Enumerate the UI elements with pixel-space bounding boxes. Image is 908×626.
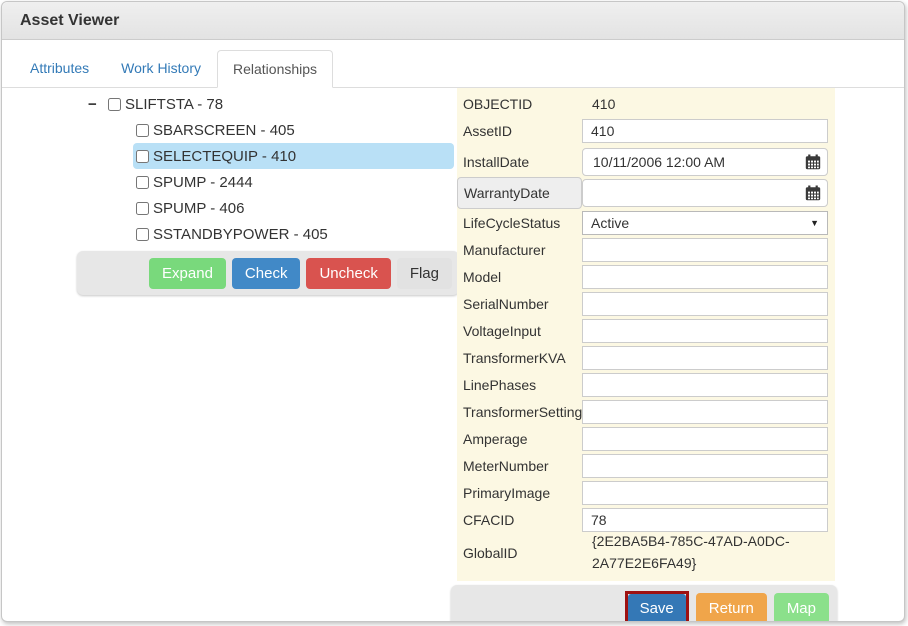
installdate-field[interactable]	[582, 148, 828, 176]
tree-checkbox-spump-2444[interactable]	[136, 176, 149, 189]
form-row-objectid: OBJECTID 410	[457, 92, 835, 116]
selected-option: Active	[591, 215, 629, 231]
tree-node-sliftsta[interactable]: − SLIFTSTA - 78	[2, 91, 457, 117]
save-button-highlight-annotation: Save	[625, 591, 689, 623]
tree-checkbox-sbarscreen[interactable]	[136, 124, 149, 137]
tree-node-label: SELECTEQUIP - 410	[153, 148, 296, 165]
warrantydate-field[interactable]	[582, 179, 828, 207]
form-row-cfacid: CFACID	[457, 506, 835, 533]
field-label: LifeCycleStatus	[463, 215, 582, 231]
primaryimage-field[interactable]	[582, 481, 828, 505]
cfacid-field[interactable]	[582, 508, 828, 532]
page-title: Asset Viewer	[20, 12, 119, 30]
tree-node-label: SSTANDBYPOWER - 405	[153, 226, 328, 243]
manufacturer-field[interactable]	[582, 238, 828, 262]
asset-tree: − SLIFTSTA - 78 SBARSCREEN - 405 SELECTE…	[2, 88, 457, 247]
tree-node-label: SPUMP - 2444	[153, 174, 253, 191]
tab-attributes[interactable]: Attributes	[14, 49, 105, 87]
field-label: CFACID	[463, 512, 582, 528]
form-row-warrantydate: WarrantyDate	[457, 177, 835, 209]
field-label: Model	[463, 269, 582, 285]
form-row-amperage: Amperage	[457, 425, 835, 452]
form-row-transformersetting: TransformerSetting	[457, 398, 835, 425]
form-row-assetid: AssetID	[457, 116, 835, 146]
linephases-field[interactable]	[582, 373, 828, 397]
field-label: Amperage	[463, 431, 582, 447]
field-label: MeterNumber	[463, 458, 582, 474]
form-row-installdate: InstallDate	[457, 146, 835, 177]
form-row-lifecyclestatus: LifeCycleStatus Active ▼	[457, 209, 835, 236]
form-row-transformerkva: TransformerKVA	[457, 344, 835, 371]
objectid-value: 410	[582, 96, 615, 112]
form-row-model: Model	[457, 263, 835, 290]
tree-checkbox-sliftsta[interactable]	[108, 98, 121, 111]
form-row-voltageinput: VoltageInput	[457, 317, 835, 344]
form-row-globalid: GlobalID {2E2BA5B4-785C-47AD-A0DC-2A77E2…	[457, 533, 835, 573]
voltageinput-field[interactable]	[582, 319, 828, 343]
field-label: TransformerKVA	[463, 350, 582, 366]
field-label: OBJECTID	[463, 96, 582, 112]
collapse-icon[interactable]: −	[88, 96, 108, 113]
assetid-field[interactable]	[582, 119, 828, 143]
lifecyclestatus-select[interactable]: Active ▼	[582, 211, 828, 235]
form-footer-toolbar: Save Return Map	[451, 585, 837, 622]
form-row-primaryimage: PrimaryImage	[457, 479, 835, 506]
flag-button[interactable]: Flag	[397, 258, 452, 289]
field-label: LinePhases	[463, 377, 582, 393]
field-label: VoltageInput	[463, 323, 582, 339]
chevron-down-icon: ▼	[810, 218, 819, 228]
field-label: GlobalID	[463, 545, 582, 561]
field-label-highlighted: WarrantyDate	[457, 177, 582, 209]
meternumber-field[interactable]	[582, 454, 828, 478]
field-label: InstallDate	[463, 154, 582, 170]
transformersetting-field[interactable]	[582, 400, 828, 424]
check-button[interactable]: Check	[232, 258, 301, 289]
tree-checkbox-selectequip[interactable]	[136, 150, 149, 163]
amperage-field[interactable]	[582, 427, 828, 451]
asset-form: OBJECTID 410 AssetID InstallDate	[457, 88, 835, 581]
tree-node-sstandbypower[interactable]: SSTANDBYPOWER - 405	[133, 221, 454, 247]
field-label: PrimaryImage	[463, 485, 582, 501]
tree-node-selectequip[interactable]: SELECTEQUIP - 410	[133, 143, 454, 169]
return-button[interactable]: Return	[696, 593, 767, 623]
tab-strip: Attributes Work History Relationships	[2, 49, 904, 88]
title-bar: Asset Viewer	[2, 2, 904, 40]
tab-work-history[interactable]: Work History	[105, 49, 217, 87]
form-row-serialnumber: SerialNumber	[457, 290, 835, 317]
tree-node-label: SLIFTSTA - 78	[125, 96, 223, 113]
model-field[interactable]	[582, 265, 828, 289]
tree-node-label: SPUMP - 406	[153, 200, 244, 217]
main-content: − SLIFTSTA - 78 SBARSCREEN - 405 SELECTE…	[2, 88, 904, 622]
transformerkva-field[interactable]	[582, 346, 828, 370]
relationships-tree-panel: − SLIFTSTA - 78 SBARSCREEN - 405 SELECTE…	[2, 88, 457, 295]
globalid-value: {2E2BA5B4-785C-47AD-A0DC-2A77E2E6FA49}	[582, 531, 814, 574]
uncheck-button[interactable]: Uncheck	[306, 258, 390, 289]
tree-checkbox-spump-406[interactable]	[136, 202, 149, 215]
tree-node-spump-2444[interactable]: SPUMP - 2444	[133, 169, 454, 195]
field-label: TransformerSetting	[463, 404, 582, 420]
save-button[interactable]: Save	[628, 594, 686, 623]
form-row-linephases: LinePhases	[457, 371, 835, 398]
tab-relationships[interactable]: Relationships	[217, 50, 333, 88]
tree-node-label: SBARSCREEN - 405	[153, 122, 295, 139]
field-label: SerialNumber	[463, 296, 582, 312]
form-row-manufacturer: Manufacturer	[457, 236, 835, 263]
tree-checkbox-sstandbypower[interactable]	[136, 228, 149, 241]
expand-button[interactable]: Expand	[149, 258, 226, 289]
field-label: Manufacturer	[463, 242, 582, 258]
tree-toolbar: Expand Check Uncheck Flag	[77, 251, 459, 295]
map-button[interactable]: Map	[774, 593, 829, 623]
field-label: AssetID	[463, 123, 582, 139]
calendar-icon[interactable]	[805, 154, 821, 170]
asset-form-column: OBJECTID 410 AssetID InstallDate	[457, 88, 837, 622]
tree-node-spump-406[interactable]: SPUMP - 406	[133, 195, 454, 221]
form-row-meternumber: MeterNumber	[457, 452, 835, 479]
asset-viewer-window: Asset Viewer Attributes Work History Rel…	[1, 1, 905, 622]
tree-node-sbarscreen[interactable]: SBARSCREEN - 405	[133, 117, 454, 143]
calendar-icon[interactable]	[805, 185, 821, 201]
serialnumber-field[interactable]	[582, 292, 828, 316]
